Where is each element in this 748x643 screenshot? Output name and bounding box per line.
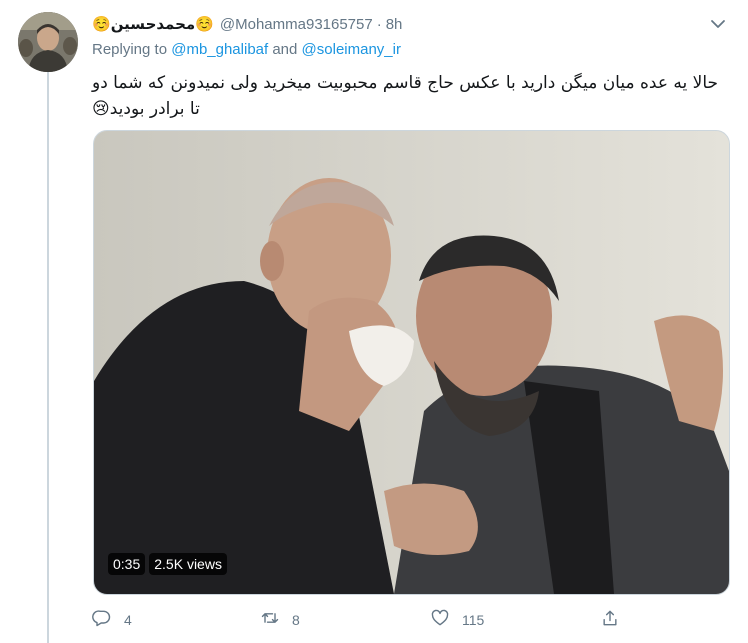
replying-to: Replying to @mb_ghalibaf and @soleimany_…	[92, 41, 401, 58]
tweet-text: حالا یه عده میان میگن دارید با عکس حاج ق…	[92, 73, 719, 119]
video-player[interactable]: 0:35 2.5K views	[93, 130, 730, 595]
reply-mention-2[interactable]: @soleimany_ir	[302, 41, 401, 58]
avatar[interactable]	[18, 12, 78, 72]
like-button[interactable]: 115	[430, 608, 484, 631]
retweet-button[interactable]: 8	[260, 608, 300, 631]
avatar-image	[18, 12, 78, 72]
reply-button[interactable]: 4	[92, 608, 132, 631]
tweet-header: ☺️محمدحسین☺️ @Mohamma93165757 · 8h	[92, 12, 728, 36]
share-icon	[600, 608, 620, 631]
like-count: 115	[462, 611, 485, 628]
video-badge: 0:35 2.5K views	[108, 552, 231, 576]
display-name[interactable]: ☺️محمدحسین☺️	[92, 15, 214, 33]
share-button[interactable]	[600, 608, 632, 631]
video-views: 2.5K views	[149, 553, 227, 575]
replying-prefix: Replying to	[92, 41, 172, 58]
separator-dot: ·	[376, 15, 382, 33]
reply-joiner: and	[268, 41, 302, 58]
video-duration: 0:35	[108, 553, 146, 575]
reply-count: 4	[124, 611, 132, 628]
retweet-icon	[260, 608, 280, 631]
user-handle[interactable]: @Mohamma93165757	[220, 16, 373, 33]
retweet-count: 8	[292, 611, 300, 628]
timestamp[interactable]: 8h	[386, 16, 403, 33]
tweet-actions: 4 8 115	[92, 600, 732, 636]
reply-mention-1[interactable]: @mb_ghalibaf	[171, 41, 268, 58]
caret-down-icon[interactable]	[708, 14, 728, 34]
thread-line	[47, 72, 49, 643]
like-icon	[430, 608, 450, 631]
video-thumbnail	[94, 131, 729, 594]
reply-icon	[92, 608, 112, 631]
